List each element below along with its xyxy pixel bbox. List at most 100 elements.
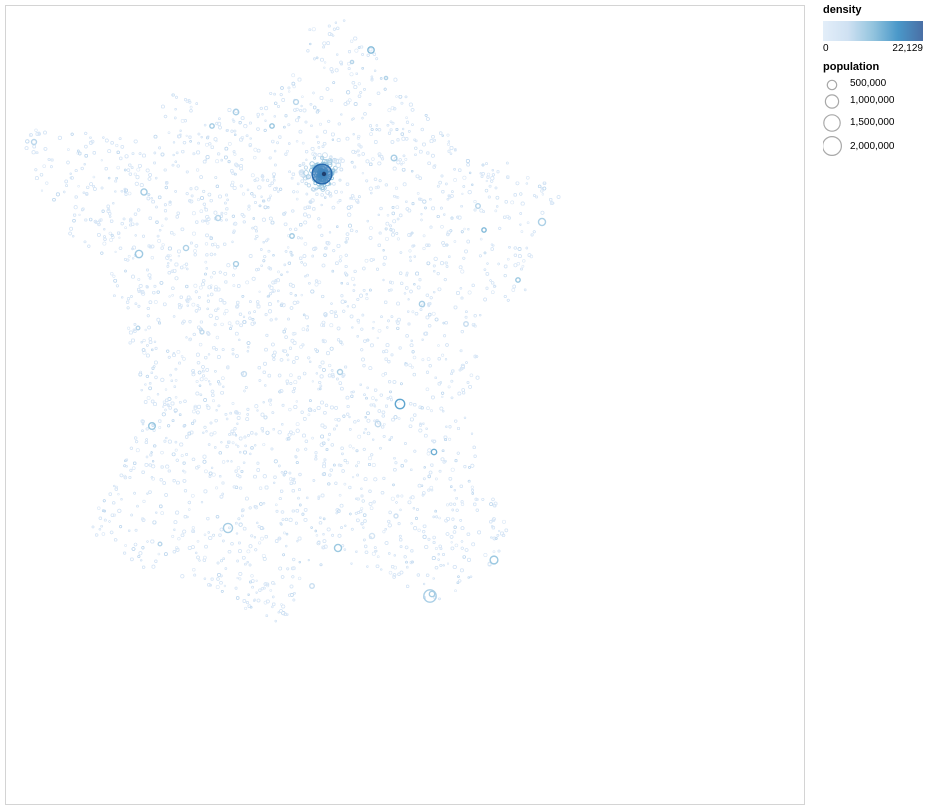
commune-point: [224, 211, 228, 215]
commune-point: [238, 412, 241, 415]
commune-point: [434, 477, 438, 481]
commune-point: [180, 118, 185, 123]
commune-point: [269, 589, 273, 592]
commune-point: [307, 413, 311, 417]
commune-point: [250, 173, 255, 178]
commune-point: [188, 508, 191, 511]
commune-point: [157, 552, 161, 556]
commune-point: [317, 280, 322, 285]
commune-point: [343, 482, 347, 486]
commune-point: [262, 443, 266, 447]
commune-point: [301, 141, 305, 145]
commune-point: [385, 236, 389, 241]
commune-point: [176, 349, 181, 354]
commune-point: [177, 254, 181, 258]
commune-point: [144, 328, 147, 332]
commune-point: [213, 431, 217, 435]
commune-point: [269, 403, 272, 406]
commune-point: [115, 143, 119, 148]
commune-point: [426, 451, 431, 456]
commune-point: [161, 405, 165, 408]
commune-point: [142, 499, 146, 503]
commune-point: [204, 469, 208, 474]
commune-point: [244, 606, 248, 610]
commune-point: [343, 458, 347, 463]
commune-point: [160, 224, 164, 227]
commune-point: [162, 400, 166, 404]
commune-point: [292, 84, 296, 89]
commune-point: [366, 431, 371, 436]
commune-point: [352, 446, 355, 450]
commune-point: [371, 396, 375, 400]
commune-point: [195, 380, 199, 383]
commune-point: [191, 211, 196, 216]
commune-point: [473, 199, 477, 204]
commune-point: [361, 499, 365, 503]
commune-point: [382, 422, 386, 426]
commune-point: [412, 372, 416, 377]
commune-point: [462, 185, 466, 188]
commune-point: [220, 559, 224, 563]
commune-point: [463, 227, 466, 231]
commune-points: [24, 19, 561, 623]
commune-point: [238, 577, 242, 581]
commune-point: [100, 159, 103, 162]
commune-point: [301, 95, 304, 98]
commune-point: [253, 536, 257, 539]
commune-point: [323, 66, 326, 69]
commune-point: [371, 463, 376, 467]
commune-point: [446, 133, 450, 137]
commune-point: [311, 27, 316, 32]
commune-point: [126, 306, 130, 310]
commune-point: [171, 293, 174, 297]
commune-point: [516, 262, 520, 266]
commune-point: [109, 237, 114, 242]
commune-point: [483, 553, 488, 557]
commune-point: [189, 105, 193, 109]
commune-point: [171, 534, 175, 538]
commune-point: [510, 200, 515, 205]
commune-scatter-map: [24, 19, 561, 623]
commune-point: [206, 221, 210, 225]
commune-point: [371, 157, 375, 161]
commune-point: [193, 249, 197, 253]
commune-point: [101, 532, 106, 536]
commune-point: [334, 418, 338, 421]
commune-point: [328, 363, 332, 368]
commune-point: [469, 373, 474, 378]
commune-point: [117, 493, 120, 496]
commune-point: [387, 108, 392, 113]
commune-point: [282, 531, 286, 535]
commune-point: [356, 460, 361, 464]
commune-point: [34, 128, 38, 132]
commune-point: [161, 243, 165, 247]
commune-point: [177, 537, 181, 541]
commune-point: [408, 249, 412, 253]
commune-point: [253, 155, 257, 160]
commune-point: [441, 395, 444, 399]
commune-point: [195, 168, 200, 172]
commune-point: [490, 290, 495, 295]
commune-point: [244, 386, 248, 389]
commune-point: [400, 494, 404, 498]
commune-point: [114, 250, 117, 254]
commune-point: [227, 321, 232, 326]
commune-point: [441, 353, 445, 357]
commune-point: [369, 226, 373, 230]
commune-point: [201, 282, 205, 287]
commune-point: [421, 358, 425, 362]
commune-point: [367, 456, 372, 461]
commune-point: [460, 502, 465, 506]
commune-point: [300, 293, 304, 297]
commune-point: [390, 496, 395, 501]
commune-point: [142, 338, 146, 343]
commune-point: [278, 566, 283, 571]
commune-point: [202, 189, 206, 193]
commune-point: [369, 506, 374, 511]
commune-point: [506, 257, 510, 261]
commune-point: [284, 517, 289, 522]
commune-point: [237, 517, 241, 521]
commune-point: [174, 160, 178, 164]
commune-point: [158, 426, 162, 429]
commune-point: [503, 274, 507, 278]
